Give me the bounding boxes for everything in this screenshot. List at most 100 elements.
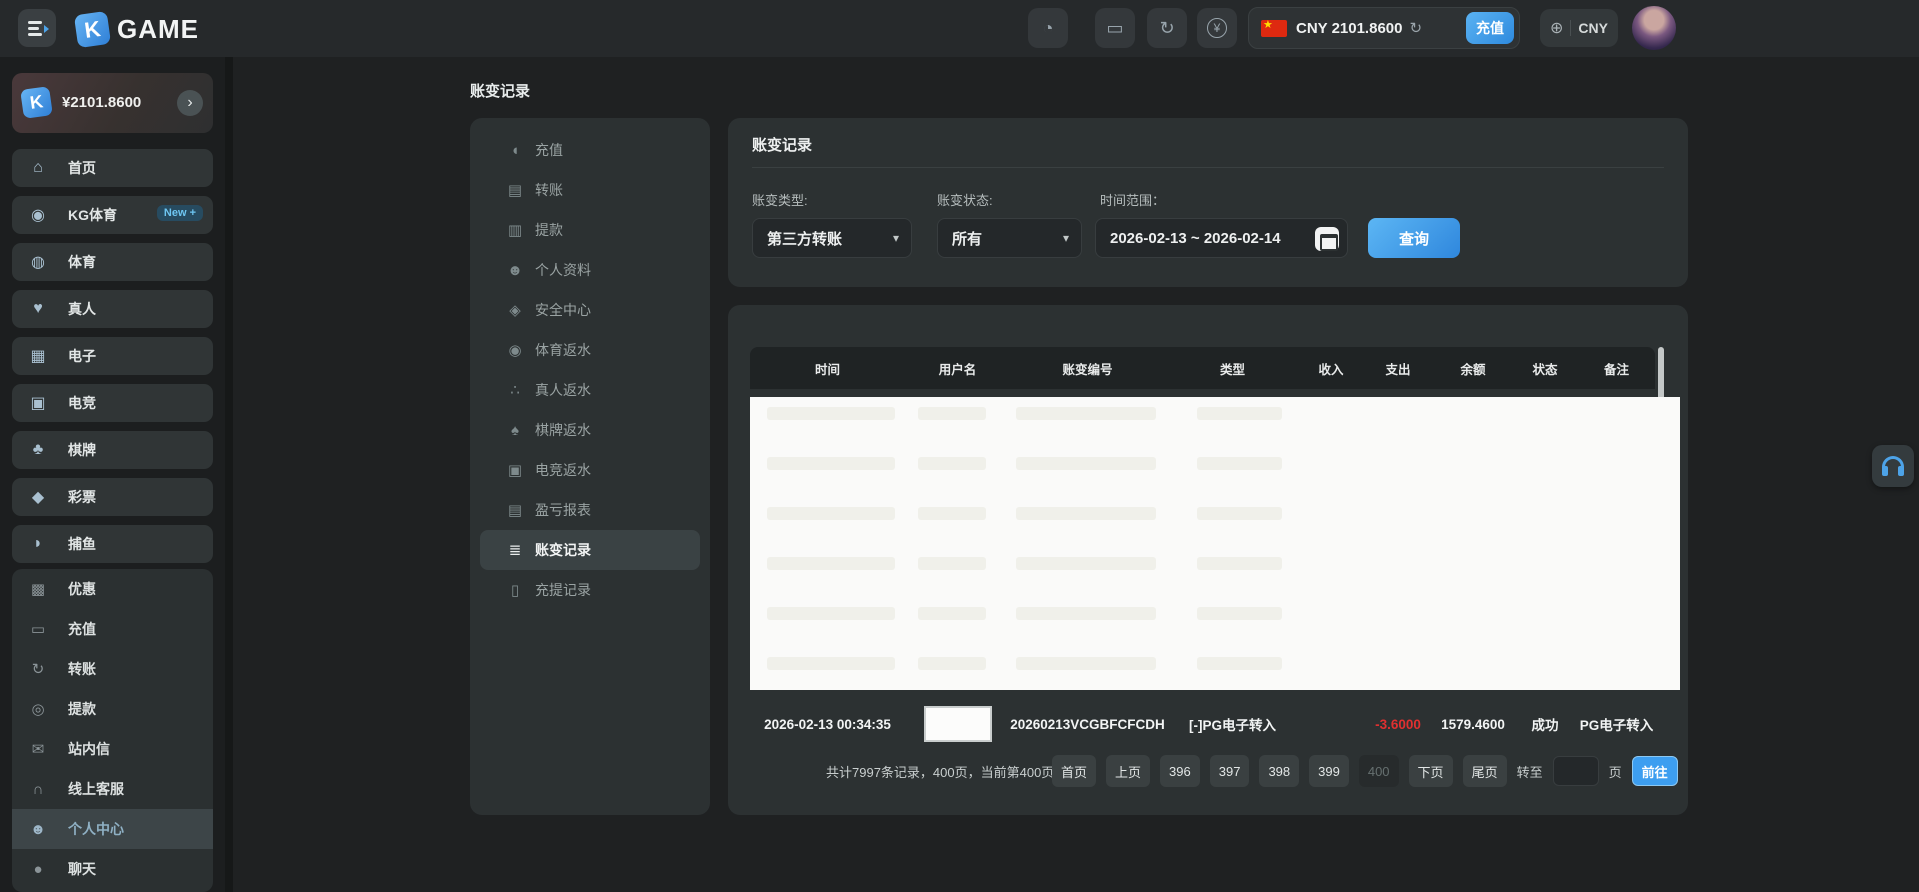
page-number-button[interactable]: 398 [1259,755,1299,787]
submenu-item-sports-rebate[interactable]: ◉ 体育返水 [480,330,700,370]
language-currency-selector[interactable]: ⊕ CNY [1540,9,1618,47]
person-icon: ☻ [27,821,49,838]
goto-page-input[interactable] [1553,756,1599,786]
page-number-button[interactable]: 396 [1160,755,1200,787]
submenu-item-security-center[interactable]: ◈ 安全中心 [480,290,700,330]
submenu-item-withdraw[interactable]: ▥ 提款 [480,210,700,250]
cards-icon: ♠ [505,422,525,439]
page-number-button[interactable]: 397 [1210,755,1250,787]
submenu-item-deposit[interactable]: ◖ 充值 [480,130,700,170]
balance-k-icon: K [20,86,53,119]
col-balance: 余额 [1434,359,1512,378]
cell-balance: 1579.4600 [1434,717,1512,732]
table-row: 2026-02-13 00:34:35 20260213VCGBFCFCDH [… [750,700,1655,748]
cell-status: 成功 [1512,714,1578,734]
sidebar-item-kg-sports[interactable]: ◉ KG体育 New + [12,196,213,234]
table-header-row: 时间 用户名 账变编号 类型 收入 支出 余额 状态 备注 [750,347,1655,389]
col-expense: 支出 [1362,359,1434,378]
sidebar-balance-card[interactable]: K ¥2101.8600 › [12,73,213,133]
time-range-label: 时间范围： [1100,190,1165,209]
page-last-button[interactable]: 尾页 [1463,755,1507,787]
page-prev-button[interactable]: 上页 [1106,755,1150,787]
submenu-item-esports-rebate[interactable]: ▣ 电竞返水 [480,450,700,490]
sidebar-item-online-service[interactable]: ∩ 线上客服 [12,769,213,809]
ghost-row [750,597,1680,647]
cell-type: [-]PG电子转入 [1165,714,1300,734]
basketball-icon: ◍ [27,252,49,272]
goto-label: 转至 [1517,762,1543,781]
deposit-button[interactable]: 充值 [1466,12,1514,44]
submenu-item-account-changes[interactable]: ≣ 账变记录 [480,530,700,570]
home-icon: ⌂ [27,159,49,177]
submenu-item-pnl-report[interactable]: ▤ 盈亏报表 [480,490,700,530]
sidebar-item-personal-center[interactable]: ☻ 个人中心 [12,809,213,849]
sidebar-item-home[interactable]: ⌂ 首页 [12,149,213,187]
page-first-button[interactable]: 首页 [1052,755,1096,787]
balance-expand-button[interactable]: › [177,90,203,116]
withdraw-icon: ◎ [27,700,49,718]
sidebar-item-sports[interactable]: ◍ 体育 [12,243,213,281]
page-next-button[interactable]: 下页 [1409,755,1453,787]
submenu-item-chess-rebate[interactable]: ♠ 棋牌返水 [480,410,700,450]
submenu-item-profile[interactable]: ☻ 个人资料 [480,250,700,290]
gauge-icon: ◔ [1043,18,1054,39]
gamepad-icon: ▣ [505,461,525,479]
sync-icon: ↻ [1159,18,1174,39]
sidebar-item-lottery[interactable]: ◆ 彩票 [12,478,213,516]
sidebar-item-messages[interactable]: ✉ 站内信 [12,729,213,769]
change-type-label: 账变类型: [752,190,808,209]
sidebar-item-chat[interactable]: ● 聊天 [12,849,213,889]
headset-icon: ∩ [27,781,49,798]
submenu-item-live-rebate[interactable]: ∴ 真人返水 [480,370,700,410]
sidebar-item-live-casino[interactable]: ♥ 真人 [12,290,213,328]
sidebar-item-slots[interactable]: ▦ 电子 [12,337,213,375]
soccer-icon: ◉ [505,341,525,359]
submenu-item-deposit-withdraw-records[interactable]: ▯ 充提记录 [480,570,700,610]
club-icon: ♣ [27,441,49,459]
calendar-icon [1315,227,1339,251]
page-number-button[interactable]: 399 [1309,755,1349,787]
user-avatar[interactable] [1632,6,1676,50]
sidebar-item-esports[interactable]: ▣ 电竞 [12,384,213,422]
pagination-bar: 首页 上页 396 397 398 399 400 下页 尾页 转至 页 前往 [1052,755,1678,787]
sidebar-item-withdraw[interactable]: ◎ 提款 [12,689,213,729]
cell-remark: PG电子转入 [1578,714,1655,734]
goto-confirm-button[interactable]: 前往 [1632,756,1678,786]
envelope-icon: ✉ [27,740,49,758]
wallet-button[interactable]: ▭ [1095,8,1135,48]
col-time: 时间 [750,359,905,378]
sidebar-scroll-track[interactable] [225,57,233,892]
chevron-down-icon: ▾ [893,231,899,245]
sidebar-item-chess-cards[interactable]: ♣ 棋牌 [12,431,213,469]
person-icon: ☻ [505,262,525,279]
search-button[interactable]: 查询 [1368,218,1460,258]
sidebar-item-promotions[interactable]: ▩ 优惠 [12,569,213,609]
globe-icon: ⊕ [1550,18,1563,38]
ledger-icon: ≣ [505,541,525,559]
sidebar-toggle-button[interactable] [18,9,56,47]
ghost-row [750,447,1680,497]
sidebar-item-deposit[interactable]: ▭ 充值 [12,609,213,649]
new-badge: New + [157,205,203,221]
brand-logo[interactable]: K GAME [76,10,199,48]
topbar-balance-text: CNY 2101.8600 [1296,20,1402,37]
customer-support-fab[interactable] [1872,445,1914,487]
speed-gauge-button[interactable]: ◔ [1028,8,1068,48]
change-status-select[interactable]: 所有 ▾ [937,218,1082,258]
transfer-sync-button[interactable]: ↻ [1147,8,1187,48]
sidebar-item-transfer[interactable]: ↻ 转账 [12,649,213,689]
sidebar-item-fishing[interactable]: ◗ 捕鱼 [12,525,213,563]
change-type-select[interactable]: 第三方转账 ▾ [752,218,912,258]
clipboard-icon: ▯ [505,581,525,599]
date-range-picker[interactable]: 2026-02-13 ~ 2026-02-14 [1095,218,1348,258]
balance-pill[interactable]: ★ CNY 2101.8600 ↻ 充值 [1248,7,1520,49]
ghost-row [750,547,1680,597]
slot-machine-icon: ▦ [27,346,49,366]
sidebar-user-menu: ▩ 优惠 ▭ 充值 ↻ 转账 ◎ 提款 ✉ 站内信 ∩ 线上客服 [12,569,213,892]
cash-register-icon: ▥ [505,221,525,239]
personal-center-submenu: ◖ 充值 ▤ 转账 ▥ 提款 ☻ 个人资料 ◈ 安全中心 ◉ 体育返水 ∴ 真人… [470,118,710,815]
cards-heart-icon: ♥ [27,300,49,318]
currency-settings-button[interactable]: ¥ [1197,8,1237,48]
refresh-balance-icon[interactable]: ↻ [1409,19,1422,37]
submenu-item-transfer[interactable]: ▤ 转账 [480,170,700,210]
